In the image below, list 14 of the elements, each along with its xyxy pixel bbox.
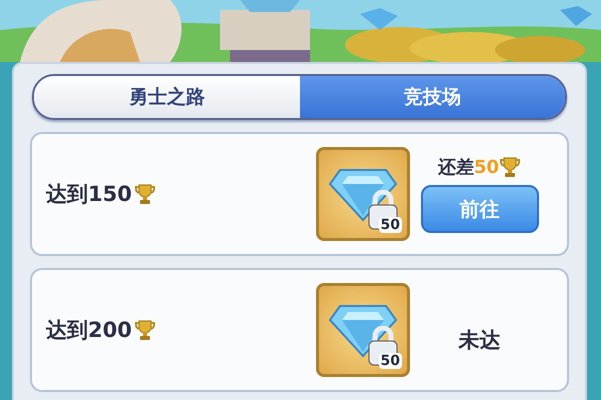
trophy-icon xyxy=(499,156,522,178)
reward-count: 50 xyxy=(378,217,402,233)
reward-slot[interactable]: 50 xyxy=(316,283,410,377)
remaining-label: 还差 xyxy=(438,156,474,179)
tab[interactable]: 勇士之路 xyxy=(34,76,300,118)
reward-slot[interactable]: 50 xyxy=(316,147,410,241)
remaining-count: 50 xyxy=(474,156,500,178)
reward-count: 50 xyxy=(378,353,402,369)
tab[interactable]: 竞技场 xyxy=(300,76,565,118)
goal-label: 达到150 xyxy=(46,181,132,208)
trophy-icon xyxy=(134,319,156,341)
goal-label: 达到200 xyxy=(46,317,132,344)
status-label: 未达 xyxy=(458,327,500,354)
trophy-icon xyxy=(134,183,156,205)
